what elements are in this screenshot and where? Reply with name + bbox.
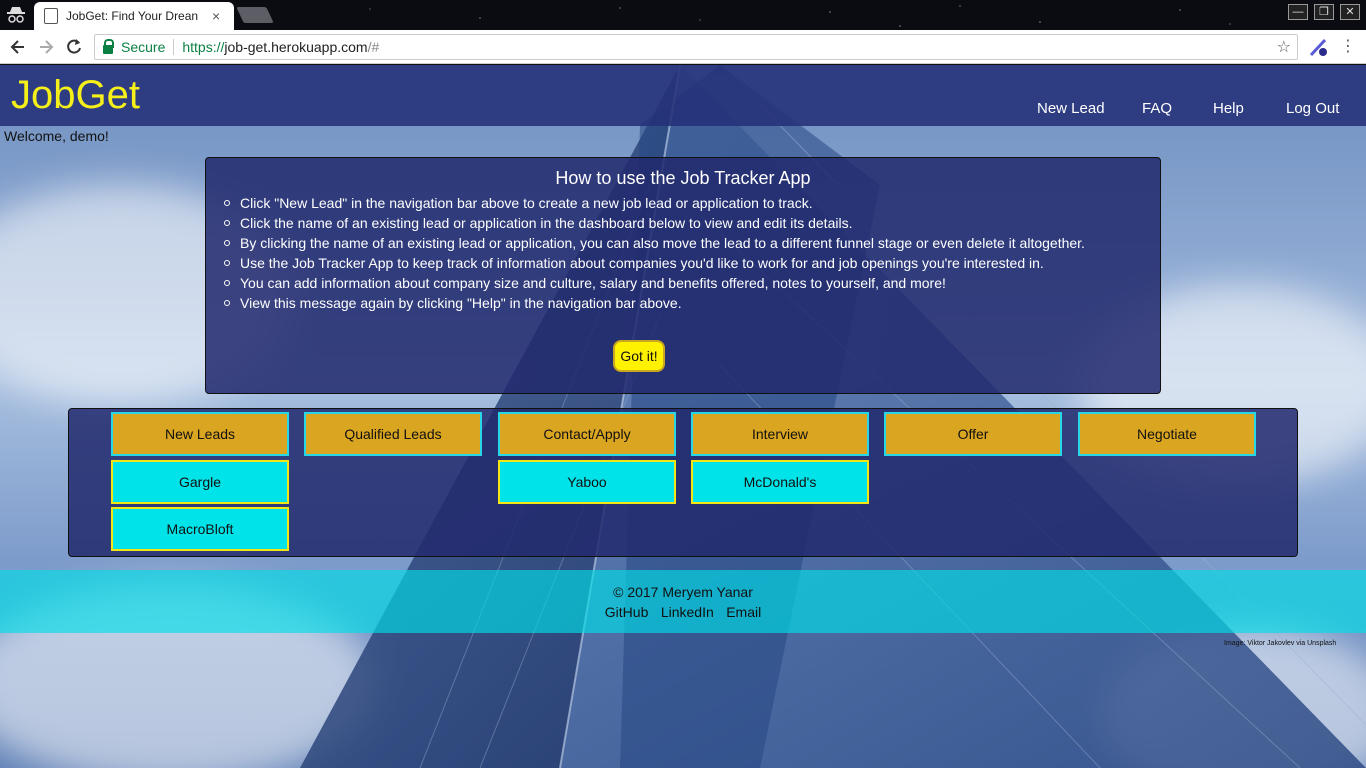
welcome-message: Welcome, demo! bbox=[4, 128, 109, 144]
minimize-button[interactable]: — bbox=[1288, 4, 1308, 20]
tab-title: JobGet: Find Your Drean bbox=[66, 9, 199, 23]
got-it-button[interactable]: Got it! bbox=[613, 340, 665, 372]
help-list: Click "New Lead" in the navigation bar a… bbox=[224, 193, 1160, 313]
nav-log-out[interactable]: Log Out bbox=[1286, 100, 1339, 117]
browser-toolbar: Secure https:// job-get.herokuapp.com /#… bbox=[0, 30, 1366, 64]
stage-interview[interactable]: Interview bbox=[691, 412, 869, 456]
browser-tab-bar: JobGet: Find Your Drean × — ❐ ✕ bbox=[0, 0, 1366, 30]
copyright-text: © 2017 Meryem Yanar bbox=[613, 584, 753, 600]
incognito-icon bbox=[6, 6, 26, 24]
bookmark-star-icon[interactable]: ☆ bbox=[1277, 37, 1291, 57]
help-item: Use the Job Tracker App to keep track of… bbox=[224, 253, 1160, 273]
url-path: /# bbox=[367, 39, 380, 55]
brand-logo[interactable]: JobGet bbox=[11, 73, 140, 118]
stage-contact-apply[interactable]: Contact/Apply bbox=[498, 412, 676, 456]
forward-arrow-icon[interactable] bbox=[36, 37, 56, 57]
page-favicon-icon bbox=[44, 8, 58, 24]
lead-card[interactable]: Gargle bbox=[111, 460, 289, 504]
stage-offer[interactable]: Offer bbox=[884, 412, 1062, 456]
page-viewport: JobGet New Lead FAQ Help Log Out Welcome… bbox=[0, 65, 1366, 768]
url-scheme: https:// bbox=[182, 39, 225, 55]
browser-menu-icon[interactable]: ⋮ bbox=[1340, 36, 1356, 58]
bullet-icon bbox=[224, 260, 230, 266]
footer-link-github[interactable]: GitHub bbox=[605, 604, 649, 620]
site-footer: © 2017 Meryem Yanar GitHub LinkedIn Emai… bbox=[0, 570, 1366, 633]
help-item: You can add information about company si… bbox=[224, 273, 1160, 293]
browser-tab[interactable]: JobGet: Find Your Drean × bbox=[34, 2, 234, 30]
bullet-icon bbox=[224, 300, 230, 306]
help-item: Click the name of an existing lead or ap… bbox=[224, 213, 1160, 233]
footer-links: GitHub LinkedIn Email bbox=[0, 604, 1366, 622]
footer-link-email[interactable]: Email bbox=[726, 604, 761, 620]
help-item: View this message again by clicking "Hel… bbox=[224, 293, 1160, 313]
back-arrow-icon[interactable] bbox=[8, 37, 28, 57]
url-host: job-get.herokuapp.com bbox=[224, 39, 368, 55]
stage-qualified-leads[interactable]: Qualified Leads bbox=[304, 412, 482, 456]
nav-help[interactable]: Help bbox=[1213, 100, 1244, 117]
help-panel: How to use the Job Tracker App Click "Ne… bbox=[205, 157, 1161, 394]
help-item: Click "New Lead" in the navigation bar a… bbox=[224, 193, 1160, 213]
help-item: By clicking the name of an existing lead… bbox=[224, 233, 1160, 253]
lead-card[interactable]: McDonald's bbox=[691, 460, 869, 504]
lead-card[interactable]: MacroBloft bbox=[111, 507, 289, 551]
bullet-icon bbox=[224, 240, 230, 246]
help-title: How to use the Job Tracker App bbox=[555, 168, 811, 188]
nav-new-lead[interactable]: New Lead bbox=[1037, 100, 1105, 117]
restore-button[interactable]: ❐ bbox=[1314, 4, 1334, 20]
omnibox-divider bbox=[173, 39, 175, 55]
bullet-icon bbox=[224, 280, 230, 286]
lock-icon bbox=[103, 39, 114, 54]
close-window-button[interactable]: ✕ bbox=[1340, 4, 1360, 20]
bullet-icon bbox=[224, 220, 230, 226]
image-credit[interactable]: Image: Viktor Jakovlev via Unsplash bbox=[1224, 640, 1336, 647]
extension-icon[interactable] bbox=[1308, 36, 1330, 58]
secure-label: Secure bbox=[121, 39, 166, 55]
lead-card[interactable]: Yaboo bbox=[498, 460, 676, 504]
stage-new-leads[interactable]: New Leads bbox=[111, 412, 289, 456]
reload-icon[interactable] bbox=[64, 37, 84, 57]
address-bar[interactable]: Secure https:// job-get.herokuapp.com /#… bbox=[94, 34, 1298, 60]
site-navbar: JobGet New Lead FAQ Help Log Out bbox=[0, 65, 1366, 126]
stage-negotiate[interactable]: Negotiate bbox=[1078, 412, 1256, 456]
funnel-dashboard: New Leads Qualified Leads Contact/Apply … bbox=[68, 408, 1298, 557]
footer-link-linkedin[interactable]: LinkedIn bbox=[661, 604, 714, 620]
tab-close-icon[interactable]: × bbox=[212, 8, 220, 24]
nav-faq[interactable]: FAQ bbox=[1142, 100, 1172, 117]
bullet-icon bbox=[224, 200, 230, 206]
